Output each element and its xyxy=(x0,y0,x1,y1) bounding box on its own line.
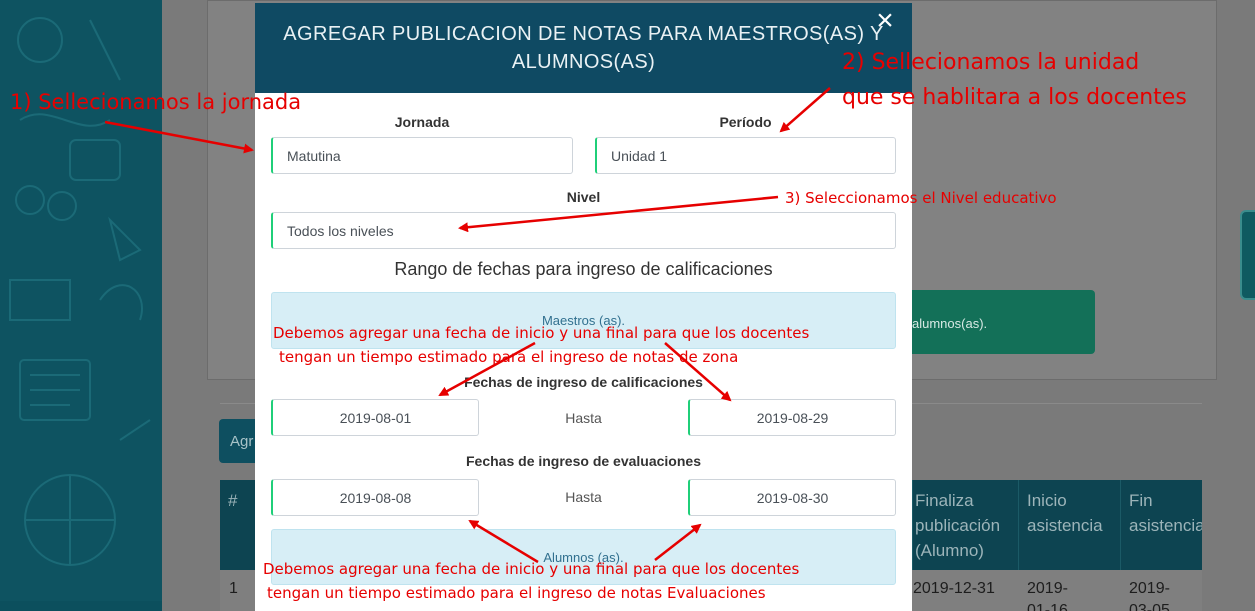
table-cell: 2019-12-31 xyxy=(913,580,995,597)
table-header-cell: # xyxy=(228,491,238,510)
table-header-cell: Finaliza publicación (Alumno) xyxy=(912,480,1017,570)
evaluaciones-start-date[interactable]: 2019-08-08 xyxy=(271,479,479,516)
table-header-cell: Fin asistencia xyxy=(1120,480,1202,570)
modal-title: AGREGAR PUBLICACION DE NOTAS PARA MAESTR… xyxy=(283,23,884,73)
calificaciones-start-date[interactable]: 2019-08-01 xyxy=(271,399,479,436)
annotation-unidad-line1: 2) Sellecionamos la unidad xyxy=(842,50,1140,75)
periodo-label: Período xyxy=(719,114,772,130)
annotation-nivel: 3) Seleccionamos el Nivel educativo xyxy=(785,189,1057,207)
date-range-title: Rango de fechas para ingreso de califica… xyxy=(394,259,773,279)
annotation-jornada: 1) Sellecionamos la jornada xyxy=(10,90,302,114)
annotation-evaluaciones-line1: Debemos agregar una fecha de inicio y un… xyxy=(263,560,800,578)
calificaciones-separator: Hasta xyxy=(565,410,602,426)
annotation-evaluaciones-line2: tengan un tiempo estimado para el ingres… xyxy=(267,584,766,602)
evaluaciones-label: Fechas de ingreso de evaluaciones xyxy=(466,453,701,469)
table-header-cell: Inicio asistencia xyxy=(1018,480,1120,570)
evaluaciones-separator: Hasta xyxy=(565,489,602,505)
publication-modal: AGREGAR PUBLICACION DE NOTAS PARA MAESTR… xyxy=(255,3,912,611)
nivel-select[interactable]: Todos los niveles xyxy=(271,212,896,249)
table-cell: 1 xyxy=(229,580,238,597)
modal-header: AGREGAR PUBLICACION DE NOTAS PARA MAESTR… xyxy=(255,3,912,93)
table-cell: 2019-01-16 xyxy=(1027,580,1068,611)
alert-text: alumnos(as). xyxy=(912,316,988,331)
side-tab[interactable] xyxy=(1240,210,1255,300)
evaluaciones-end-date[interactable]: 2019-08-30 xyxy=(688,479,896,516)
periodo-select[interactable]: Unidad 1 xyxy=(595,137,896,174)
annotation-unidad-line2: que se hablitara a los docentes xyxy=(842,85,1187,110)
jornada-select[interactable]: Matutina xyxy=(271,137,573,174)
alert-success: alumnos(as). xyxy=(890,290,1095,354)
jornada-label: Jornada xyxy=(394,114,450,130)
add-button-label: Agr xyxy=(230,433,254,450)
annotation-zona-line1: Debemos agregar una fecha de inicio y un… xyxy=(273,324,810,342)
table-cell: 2019-03-05 xyxy=(1129,580,1170,611)
calificaciones-end-date[interactable]: 2019-08-29 xyxy=(688,399,896,436)
close-icon[interactable]: × xyxy=(872,6,898,36)
calificaciones-label: Fechas de ingreso de calificaciones xyxy=(464,374,703,390)
annotation-zona-line2: tengan un tiempo estimado para el ingres… xyxy=(279,348,739,366)
